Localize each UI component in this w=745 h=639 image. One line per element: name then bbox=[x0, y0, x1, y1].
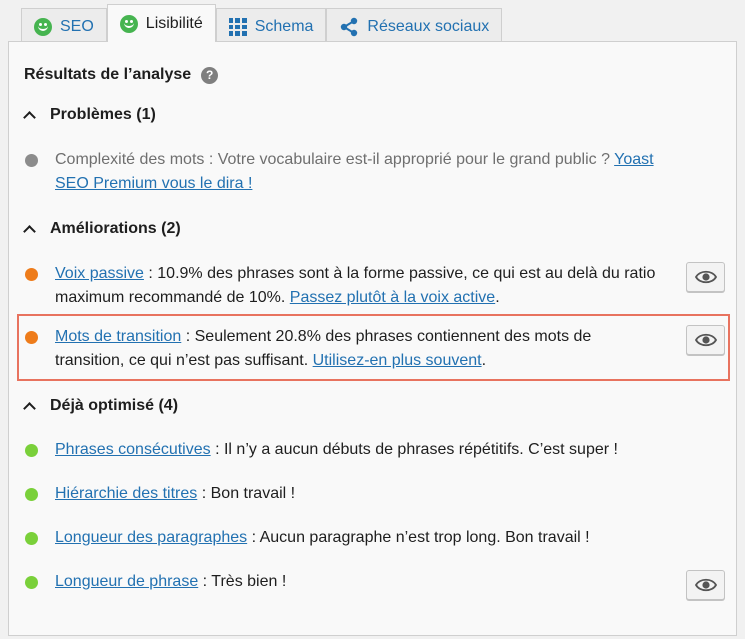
eye-icon bbox=[694, 333, 717, 347]
eye-icon bbox=[694, 270, 717, 284]
item-text: Voix passive : 10.9% des phrases sont à … bbox=[55, 262, 665, 310]
status-dot-green bbox=[25, 532, 38, 545]
group-heading: Déjà optimisé (4) bbox=[50, 397, 179, 414]
status-dot-orange bbox=[25, 331, 38, 344]
group-problems-toggle[interactable]: Problèmes (1) bbox=[23, 106, 156, 124]
item-description: : Bon travail ! bbox=[197, 485, 296, 502]
status-dot-orange bbox=[25, 268, 38, 281]
item-text: Longueur de phrase : Très bien ! bbox=[55, 570, 665, 594]
heading-hierarchy-link[interactable]: Hiérarchie des titres bbox=[55, 485, 197, 502]
passive-voice-link[interactable]: Voix passive bbox=[55, 265, 144, 282]
smiley-icon bbox=[34, 18, 52, 36]
group-heading: Améliorations (2) bbox=[50, 220, 181, 237]
item-description: : Très bien ! bbox=[198, 573, 287, 590]
group-optimized-toggle[interactable]: Déjà optimisé (4) bbox=[23, 397, 179, 415]
transition-words-fix-link[interactable]: Utilisez-en plus souvent bbox=[313, 352, 482, 369]
item-text: Mots de transition : Seulement 20.8% des… bbox=[55, 325, 665, 373]
item-text: Complexité des mots : Votre vocabulaire … bbox=[55, 148, 665, 196]
item-text: Hiérarchie des titres : Bon travail ! bbox=[55, 482, 665, 506]
item-description: : Aucun paragraphe n’est trop long. Bon … bbox=[247, 529, 590, 546]
transition-words-link[interactable]: Mots de transition bbox=[55, 328, 181, 345]
results-title-text: Résultats de l’analyse bbox=[24, 66, 192, 83]
sentence-length-link[interactable]: Longueur de phrase bbox=[55, 573, 198, 590]
eye-icon bbox=[694, 578, 717, 592]
highlight-eye-button[interactable] bbox=[686, 570, 725, 600]
tab-label: Lisibilité bbox=[145, 14, 203, 32]
status-dot-green bbox=[25, 576, 38, 589]
chevron-up-icon bbox=[23, 110, 36, 124]
tab-reseaux-sociaux[interactable]: Réseaux sociaux bbox=[326, 8, 503, 45]
grid-icon bbox=[228, 18, 247, 36]
tab-label: Schema bbox=[254, 18, 314, 35]
item-text: Phrases consécutives : Il n’y a aucun dé… bbox=[55, 438, 665, 462]
status-dot-green bbox=[25, 488, 38, 501]
item-text: Longueur des paragraphes : Aucun paragra… bbox=[55, 526, 665, 550]
share-icon bbox=[341, 17, 358, 37]
help-icon[interactable]: ? bbox=[201, 66, 219, 84]
tab-seo[interactable]: SEO bbox=[21, 8, 107, 45]
tab-lisibilite[interactable]: Lisibilité bbox=[106, 4, 216, 42]
item-end: . bbox=[495, 289, 500, 306]
results-title: Résultats de l’analyse ? bbox=[24, 66, 219, 84]
status-dot-green bbox=[25, 444, 38, 457]
paragraph-length-link[interactable]: Longueur des paragraphes bbox=[55, 529, 247, 546]
highlight-eye-button[interactable] bbox=[686, 262, 725, 292]
tab-label: Réseaux sociaux bbox=[367, 18, 490, 35]
item-description: : Il n’y a aucun débuts de phrases répét… bbox=[210, 441, 618, 458]
consecutive-sentences-link[interactable]: Phrases consécutives bbox=[55, 441, 211, 458]
smiley-icon bbox=[119, 14, 138, 33]
item-end: . bbox=[481, 352, 487, 369]
group-heading: Problèmes (1) bbox=[50, 106, 156, 123]
analysis-tabs: SEO Lisibilité Schema Réseaux sociaux bbox=[21, 4, 503, 45]
readability-panel: Résultats de l’analyse ? Problèmes (1) C… bbox=[8, 41, 737, 636]
highlight-eye-button[interactable] bbox=[686, 325, 725, 355]
chevron-up-icon bbox=[23, 224, 36, 238]
item-description: Complexité des mots : Votre vocabulaire … bbox=[55, 151, 615, 168]
tab-label: SEO bbox=[60, 18, 94, 35]
chevron-up-icon bbox=[23, 401, 36, 415]
status-dot-grey bbox=[25, 154, 38, 167]
passive-voice-fix-link[interactable]: Passez plutôt à la voix active bbox=[290, 289, 495, 306]
group-improvements-toggle[interactable]: Améliorations (2) bbox=[23, 220, 181, 238]
tab-schema[interactable]: Schema bbox=[215, 8, 327, 45]
